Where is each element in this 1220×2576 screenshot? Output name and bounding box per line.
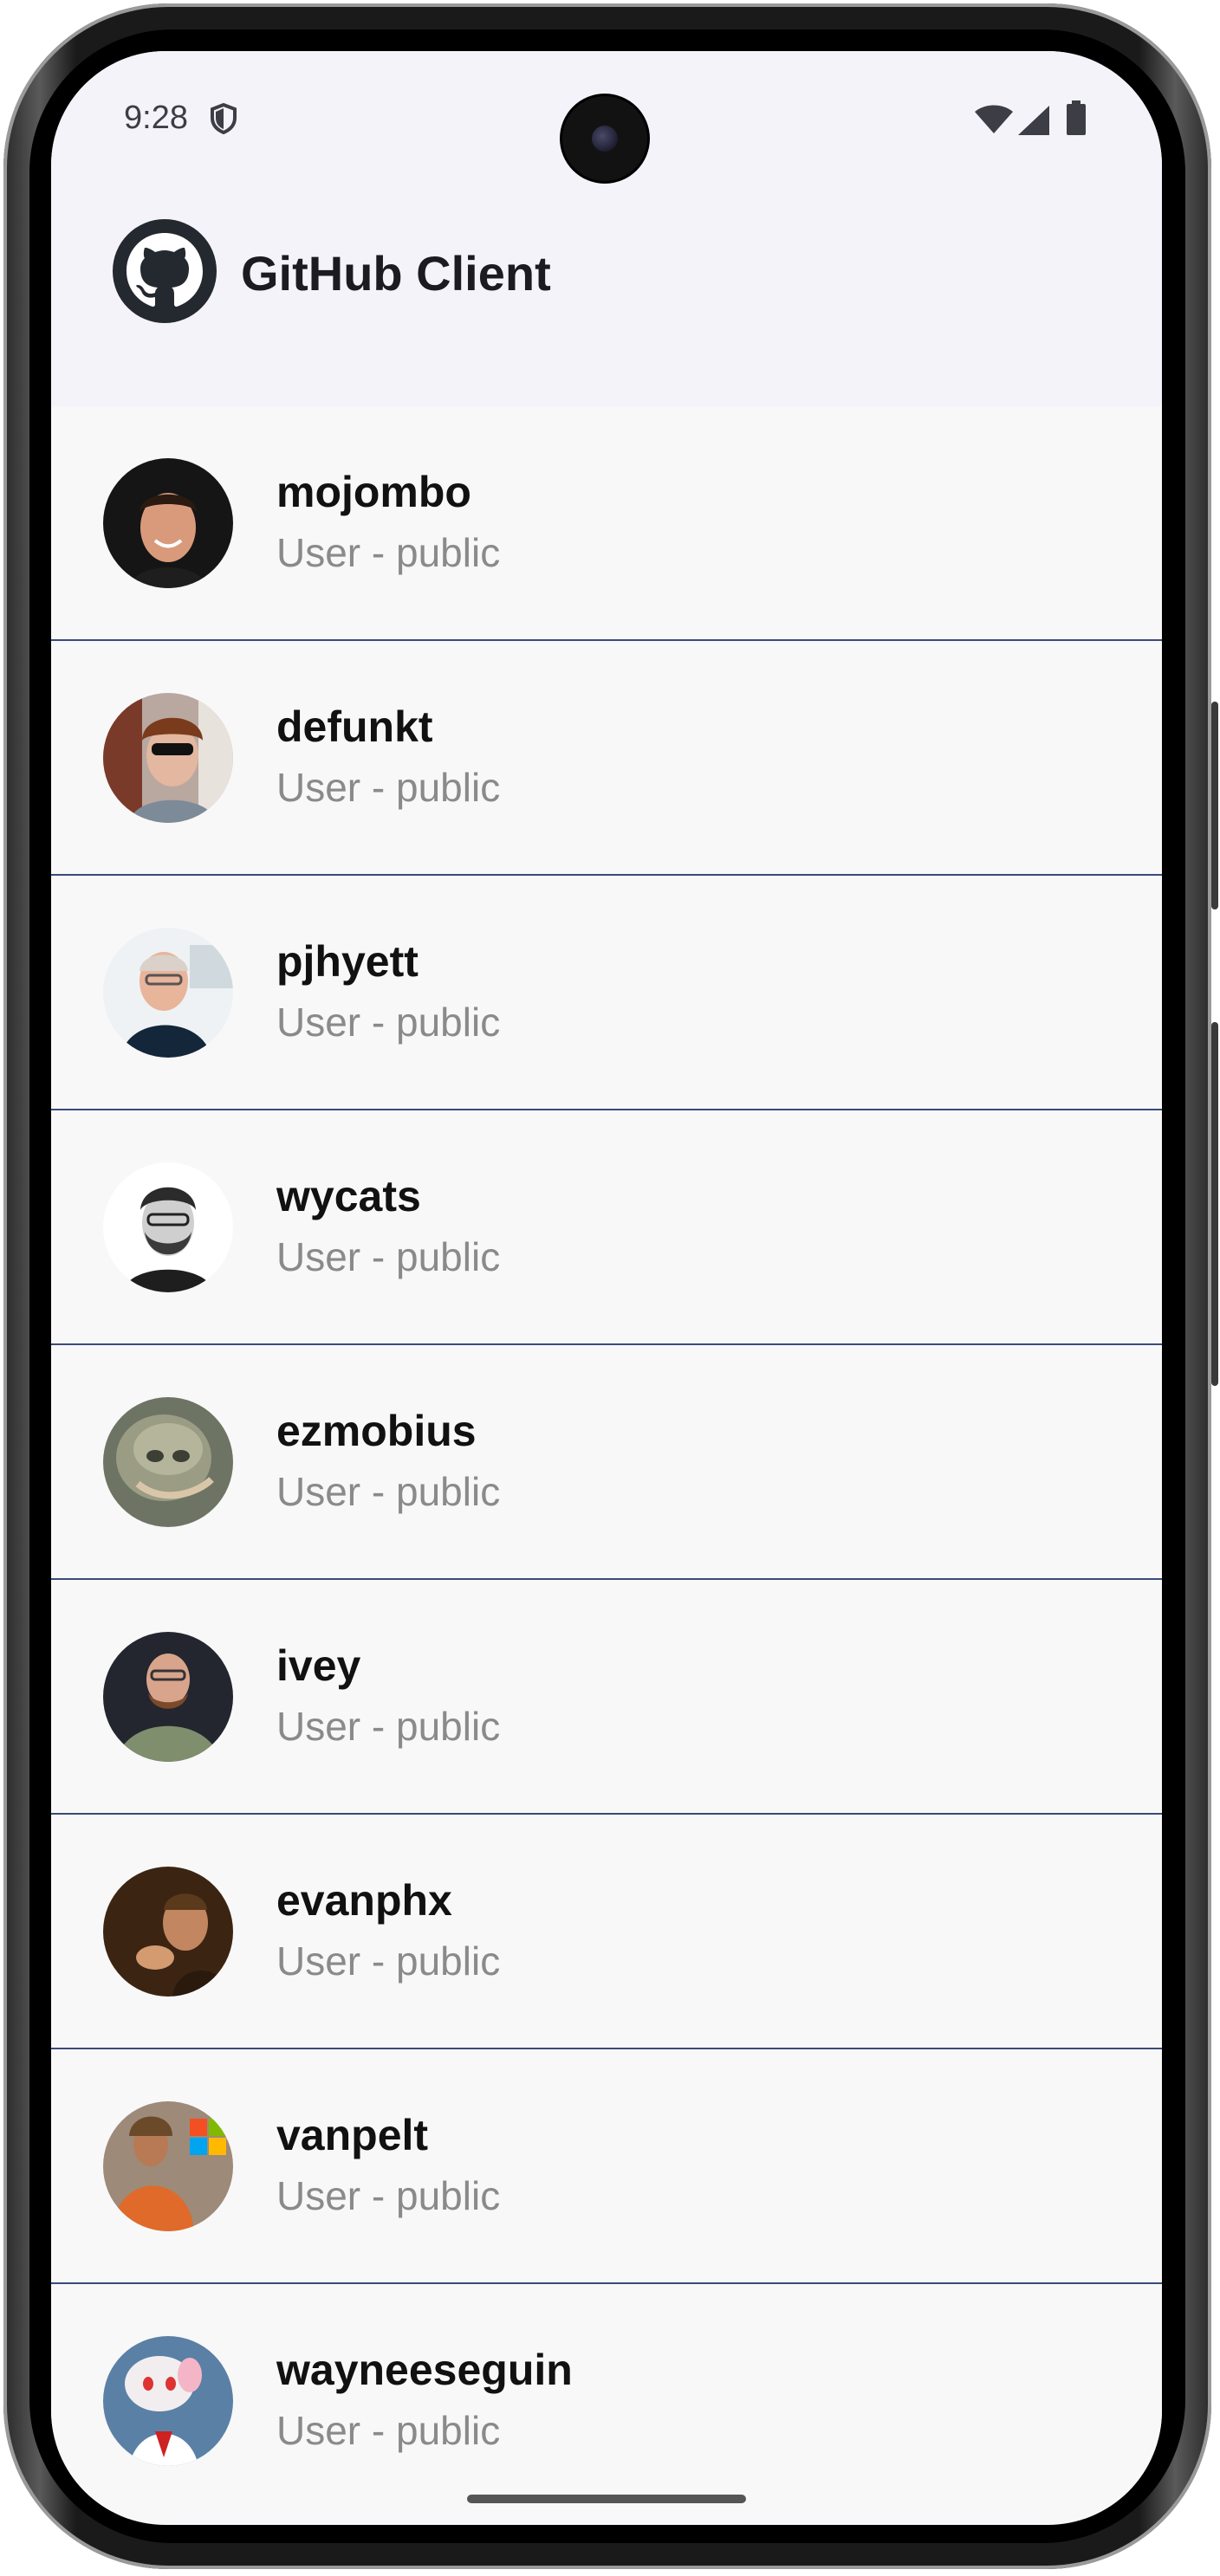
user-login: pjhyett [276,937,419,986]
avatar [103,1162,233,1292]
github-logo-icon [113,219,217,323]
user-subtitle: User - public [276,1469,501,1514]
user-login: wayneeseguin [276,2346,573,2394]
battery-icon [1067,100,1086,135]
list-item[interactable]: wycats User - public [51,1110,1162,1345]
list-item[interactable]: defunkt User - public [51,641,1162,876]
user-login: defunkt [276,702,433,751]
avatar [103,458,233,588]
user-subtitle: User - public [276,1704,501,1749]
list-item[interactable]: ivey User - public [51,1580,1162,1815]
avatar [103,693,233,823]
volume-button [1211,702,1218,909]
list-item[interactable]: mojombo User - public [51,406,1162,641]
list-item[interactable]: pjhyett User - public [51,876,1162,1110]
status-bar: 9:28 [51,51,1162,194]
list-item[interactable]: ezmobius User - public [51,1345,1162,1580]
avatar [103,2336,233,2466]
user-list[interactable]: mojombo User - public defunkt User - pub… [51,406,1162,2519]
avatar [103,928,233,1058]
avatar [103,1397,233,1527]
screen: 9:28 GitHub Client mojombo User - public… [51,51,1162,2525]
wifi-icon [975,105,1013,133]
user-login: mojombo [276,468,471,516]
user-login: ivey [276,1641,361,1690]
user-subtitle: User - public [276,530,501,575]
shield-icon [211,103,237,134]
user-subtitle: User - public [276,2408,501,2453]
home-indicator[interactable] [467,2495,746,2503]
user-login: ezmobius [276,1407,477,1455]
avatar [103,2101,233,2231]
app-bar [51,194,1162,406]
signal-icon [1018,106,1049,135]
user-subtitle: User - public [276,2173,501,2218]
status-time: 9:28 [124,100,188,136]
user-subtitle: User - public [276,1000,501,1045]
user-subtitle: User - public [276,1938,501,1984]
avatar [103,1867,233,1997]
user-login: evanphx [276,1876,452,1925]
list-item[interactable]: wayneeseguin User - public [51,2284,1162,2519]
power-button [1211,1022,1218,1386]
front-camera [562,96,647,181]
app-title: GitHub Client [241,246,551,301]
user-subtitle: User - public [276,765,501,810]
list-item[interactable]: evanphx User - public [51,1815,1162,2049]
user-login: wycats [276,1172,421,1220]
list-item[interactable]: vanpelt User - public [51,2049,1162,2284]
user-subtitle: User - public [276,1234,501,1279]
user-login: vanpelt [276,2111,429,2159]
avatar [103,1632,233,1762]
